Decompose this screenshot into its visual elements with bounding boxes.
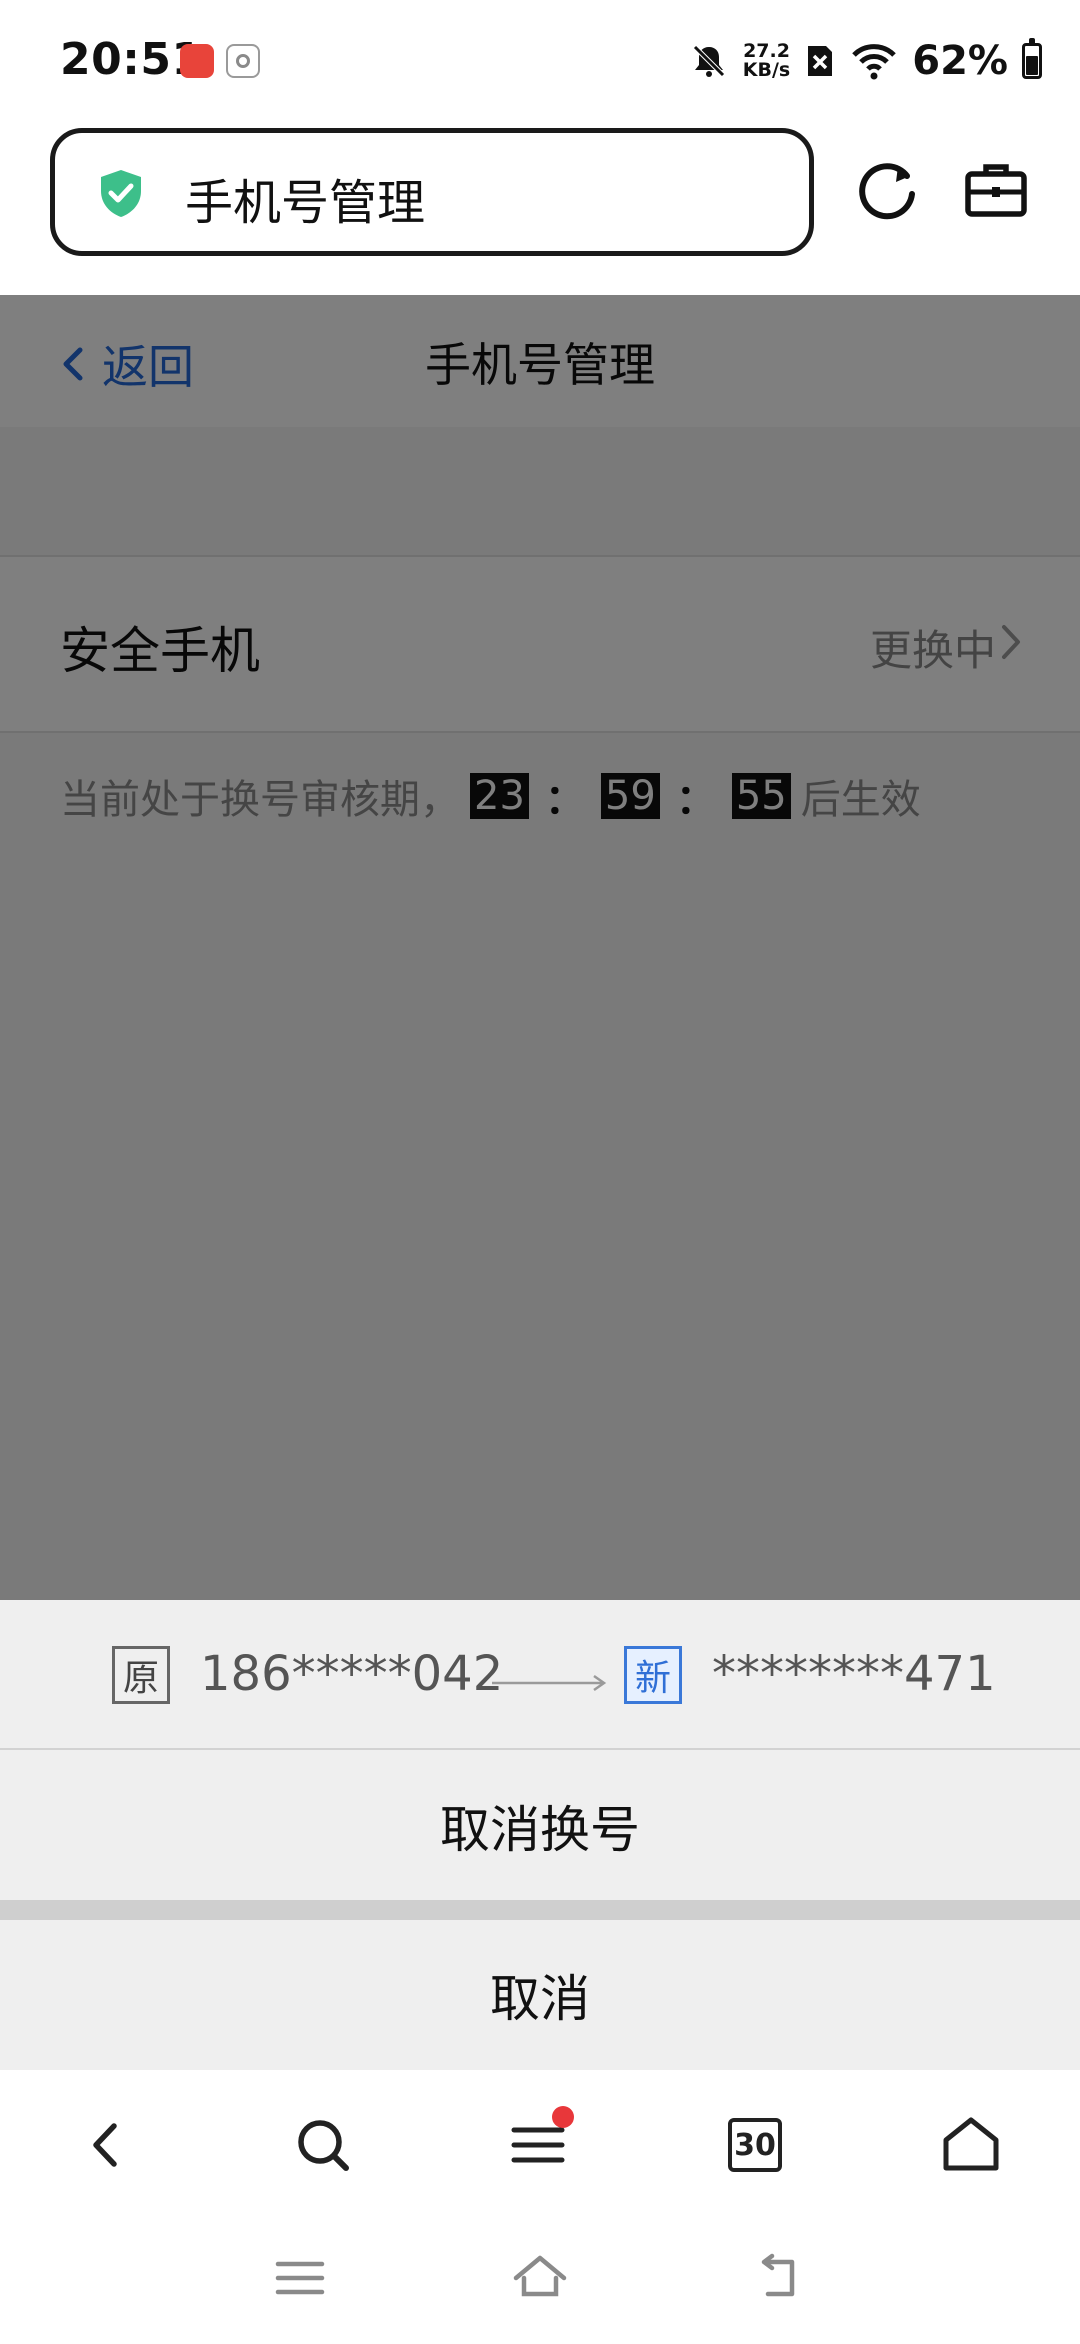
battery-icon (1022, 38, 1042, 79)
home-icon[interactable] (510, 2248, 570, 2308)
battery-fill (1026, 56, 1038, 75)
status-bar: 20:51 27.2 KB/s 62% (0, 0, 1080, 120)
battery-percent: 62% (912, 38, 1008, 84)
back-icon[interactable] (750, 2248, 810, 2308)
net-speed-unit: KB/s (742, 59, 791, 81)
tabs-count: 30 (734, 2127, 776, 2163)
old-number-tag: 原 (112, 1646, 170, 1704)
back-icon[interactable] (72, 2110, 142, 2180)
arrow-right-icon (492, 1674, 607, 1692)
browser-url-bar: 手机号管理 (0, 120, 1080, 295)
browser-toolbar: 30 (0, 2070, 1080, 2220)
cancel-change-button[interactable]: 取消换号 (0, 1752, 1080, 1900)
mute-bell-icon (693, 45, 725, 77)
net-speed: 27.2 KB/s (743, 42, 790, 80)
system-nav-bar (0, 2220, 1080, 2344)
no-sim-icon (808, 46, 833, 76)
tabs-button[interactable]: 30 (720, 2110, 790, 2180)
old-number: 186*****042 (200, 1646, 504, 1702)
notification-dot (552, 2106, 574, 2128)
huawei-app-icon (180, 44, 214, 78)
shield-check-icon (101, 170, 141, 217)
address-title: 手机号管理 (185, 175, 426, 231)
tabs-icon: 30 (728, 2118, 782, 2172)
reload-icon[interactable] (852, 154, 924, 226)
new-number-tag: 新 (624, 1646, 682, 1704)
cancel-button[interactable]: 取消 (0, 1920, 1080, 2070)
wifi-icon (852, 44, 897, 80)
number-change-row: 原 186*****042 新 ********471 (0, 1600, 1080, 1750)
status-right-group: 27.2 KB/s 62% (689, 36, 1042, 86)
settings-app-icon (226, 44, 260, 78)
search-icon[interactable] (288, 2110, 358, 2180)
home-icon[interactable] (936, 2110, 1006, 2180)
modal-overlay[interactable] (0, 295, 1080, 1600)
action-sheet: 原 186*****042 新 ********471 取消换号 取消 (0, 1600, 1080, 2070)
new-number: ********471 (712, 1646, 996, 1702)
sheet-divider (0, 1900, 1080, 1920)
recent-apps-icon[interactable] (270, 2248, 330, 2308)
address-field[interactable]: 手机号管理 (50, 128, 814, 256)
toolbox-icon[interactable] (960, 154, 1032, 226)
menu-button[interactable] (504, 2106, 574, 2180)
